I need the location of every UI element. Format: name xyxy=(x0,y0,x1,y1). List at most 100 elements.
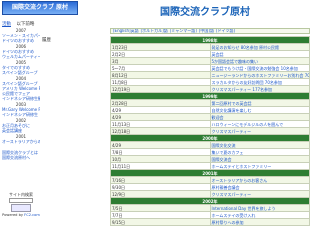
event-title-link[interactable]: クリスマスパーティー xyxy=(212,192,252,197)
event-date: 2月28日 xyxy=(110,99,211,107)
event-title-link[interactable]: International Day 世界を旅しよう xyxy=(212,206,276,211)
table-row: 9/30日 原村親善会議会 xyxy=(110,183,310,191)
sidebar-link[interactable]: 英会話講座 xyxy=(2,128,40,133)
event-title-cell: スラカルタからの友好訪問団 70名参加 xyxy=(209,78,310,86)
table-row: 11月13日 ハロウィーンにモデルジルの人を囲んで xyxy=(110,120,310,128)
event-date: 9/15日 xyxy=(110,218,211,226)
language-tab[interactable]: [ポルトガル]語 xyxy=(141,29,168,33)
event-date: 12/9日 xyxy=(110,190,211,198)
event-date: 9/30日 xyxy=(110,183,211,191)
table-row: 9/15日 原村祭りへの参加 xyxy=(110,218,310,226)
event-title-cell: 国際文化交流 xyxy=(209,141,310,149)
event-title-cell: 自然文化講演を楽しむ xyxy=(209,106,310,114)
language-tab[interactable]: [ドイツ語] xyxy=(216,29,235,33)
event-date: 8月12日 xyxy=(110,71,211,79)
event-date: 11月13日 xyxy=(110,120,211,128)
event-title-link[interactable]: オーストラリアからのお客さん xyxy=(212,178,268,183)
language-tab[interactable]: [ミャンマー語] xyxy=(170,29,197,33)
search-input[interactable] xyxy=(9,198,33,203)
event-date: 7/8日 xyxy=(110,148,211,156)
site-logo[interactable]: 国際交流クラブ 原村 xyxy=(2,1,78,15)
event-title-link[interactable]: 第二回原村での英会話 xyxy=(212,101,252,106)
year-header-row: 1998年 xyxy=(110,36,310,44)
event-date: 12月18日 xyxy=(110,127,211,135)
event-title-link[interactable]: 5か国語会話で趣味の集い xyxy=(212,59,259,64)
sidebar-year-block: 2005 タイでのすすめ スペイン語グループ xyxy=(2,60,40,75)
sidebar-year-block: 2006 ドイツのおすすめ ウェルカムパーティー xyxy=(2,44,40,59)
event-date: 4/29 xyxy=(110,113,211,121)
event-title-link[interactable]: 発足のお知らせ 80名参加 原村公民館 xyxy=(212,45,280,50)
year-header: 2001年 xyxy=(110,169,310,177)
table-row: 7/7日 ホームステイの受け入れ xyxy=(110,211,310,219)
year-header: 2000年 xyxy=(110,134,310,142)
event-title-cell: 原村祭りへの参加 xyxy=(209,218,310,226)
event-title-cell: 5か国語会話で趣味の集い xyxy=(209,57,310,65)
sidebar-extra-link[interactable]: 国際交流原村へ xyxy=(2,155,40,160)
sidebar-year-block: 2004スペイン語グループアメリカ Welcome Party公民館でフェアイン… xyxy=(2,76,40,101)
site-badge[interactable] xyxy=(11,204,31,212)
sidebar-footer: サイト内検索 Powered by FC2.com xyxy=(2,192,40,217)
event-title-cell: 国際交流会 xyxy=(209,155,310,163)
table-row: 7/8日 集いで夏のカフェ xyxy=(110,148,310,156)
sidebar-link[interactable]: ドイツのおすすめ xyxy=(2,38,40,43)
event-date: 3月 xyxy=(110,57,211,65)
event-date: 4/29 xyxy=(110,141,211,149)
event-title-link[interactable]: クリスマスパーティー 177名参加 xyxy=(212,87,273,92)
top-nav: 活動 以下前略 xyxy=(2,21,34,27)
event-title-cell: クリスマスパーティー xyxy=(209,190,310,198)
event-title-cell: クリスマスパーティー 177名参加 xyxy=(209,85,310,93)
sidebar-link[interactable]: スペイン語グループ xyxy=(2,70,40,75)
table-row: 3月 5か国語会話で趣味の集い xyxy=(110,57,310,65)
event-date: 10月 xyxy=(110,155,211,163)
event-title-link[interactable]: 歓迎会 xyxy=(212,115,224,120)
sidebar-year-block: 2001オーストラリアからの客 xyxy=(2,134,40,144)
table-row: 4/29 歓迎会 xyxy=(110,113,310,121)
event-title-link[interactable]: 国際交流会 xyxy=(212,157,232,162)
table-row: 10月 国際交流会 xyxy=(110,155,310,163)
event-title-link[interactable]: 原村親善会議会 xyxy=(212,185,240,190)
event-title-cell: ホームステイの受け入れ xyxy=(209,211,310,219)
sidebar: 2007ソーメン・スイカパーティドイツのおすすめ2006ドイツのおすすめウェルカ… xyxy=(2,28,40,160)
sidebar-link[interactable]: インドネシア研修生歓迎 xyxy=(2,96,40,101)
event-title-link[interactable]: ニュージーランドからのホストファミリーお別れ会 70名参加 xyxy=(212,73,309,78)
sidebar-year-block: 2003Mr.Gary Welcome Partyインドネシア研修生 xyxy=(2,102,40,117)
event-title-cell: 歓迎会 xyxy=(209,113,310,121)
event-date: 7/5日 xyxy=(110,204,211,212)
history-table: 1998年 1月23日 発足のお知らせ 80名参加 原村公民館 2月2日 英会話 3月 5か… xyxy=(110,36,310,226)
language-tab[interactable]: [English]英語 xyxy=(113,29,139,33)
sidebar-link[interactable]: ウェルカムパーティー xyxy=(2,54,40,59)
event-title-cell: ホームステイとホストファミリー xyxy=(209,162,310,170)
topnav-link[interactable]: 活動 xyxy=(2,22,11,27)
language-tabs: [English]英語 [ポルトガル]語 [ミャンマー語] [中国]語 [ドイツ語] xyxy=(110,28,310,34)
sidebar-link[interactable]: インドネシア研修生 xyxy=(2,112,40,117)
event-title-link[interactable]: ハロウィーンにモデルジルの人を囲んで xyxy=(212,122,284,127)
event-date: 4/29 xyxy=(110,106,211,114)
site-title: 国際交流クラブ原村 xyxy=(160,7,250,18)
language-tab[interactable]: [中国]語 xyxy=(199,29,214,33)
event-title-link[interactable]: スラカルタからの友好訪問団 70名参加 xyxy=(212,80,282,85)
search-label: サイト内検索 xyxy=(9,192,33,197)
event-date: 7/7日 xyxy=(110,211,211,219)
topnav-text: 以下前略 xyxy=(16,22,35,27)
event-title-cell: ニュージーランドからのホストファミリーお別れ会 70名参加 xyxy=(209,71,310,79)
event-title-cell: 英会話 xyxy=(209,50,310,58)
event-title-link[interactable]: 自然文化講演を楽しむ xyxy=(212,108,252,113)
event-date: 7/16日 xyxy=(110,176,211,184)
history-table-wrap: 1998年 1月23日 発足のお知らせ 80名参加 原村公民館 2月2日 英会話 3月 5か… xyxy=(110,36,310,226)
event-title-link[interactable]: ホームステイとホストファミリー xyxy=(212,164,272,169)
sidebar-link[interactable]: オーストラリアからの客 xyxy=(2,139,40,144)
year-header: 1998年 xyxy=(110,36,310,44)
event-title-link[interactable]: 国際文化交流 xyxy=(212,143,236,148)
powered-label: Powered by xyxy=(2,213,23,217)
event-title-link[interactable]: クリスマスパーティー xyxy=(212,129,252,134)
powered-link[interactable]: FC2.com xyxy=(24,213,40,217)
powered-by: Powered by FC2.com xyxy=(2,213,40,217)
event-title-link[interactable]: ホームステイの受け入れ xyxy=(212,213,256,218)
table-row: 11月11日 ホームステイとホストファミリー xyxy=(110,162,310,170)
event-title-link[interactable]: 英会話でもうけ話・国際交流の勉強会 10名参加 xyxy=(212,66,298,71)
event-title-link[interactable]: 英会話 xyxy=(212,52,224,57)
event-title-link[interactable]: 集いで夏のカフェ xyxy=(212,150,244,155)
event-title-link[interactable]: 原村祭りへの参加 xyxy=(212,220,244,225)
event-date: 5〜7月 xyxy=(110,64,211,72)
table-row: 12月18日 クリスマスパーティー xyxy=(110,127,310,135)
